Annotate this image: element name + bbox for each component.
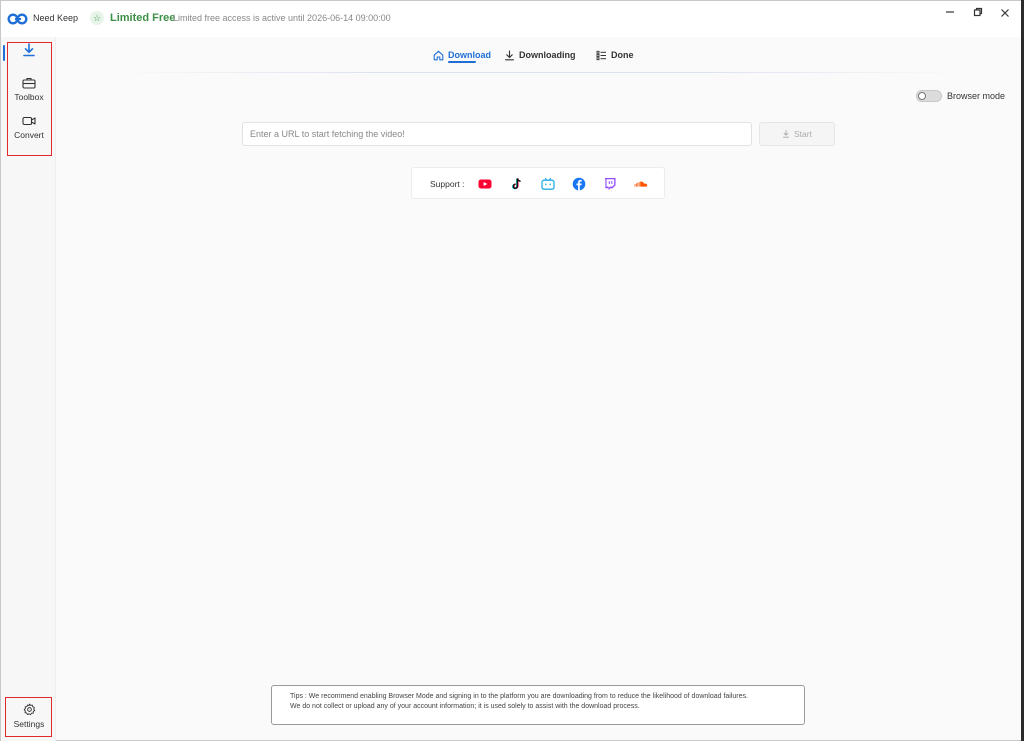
active-tab-underline (448, 61, 476, 63)
download-arrow-icon (504, 49, 515, 60)
tab-downloading[interactable]: Downloading (504, 45, 576, 65)
restore-icon (973, 7, 983, 17)
app-window: Need Keep ☆ Limited Free Limited free ac… (0, 0, 1024, 741)
tips-line-1: Tips : We recommend enabling Browser Mod… (290, 693, 748, 700)
star-icon: ☆ (90, 11, 104, 25)
tab-label: Done (611, 50, 634, 60)
active-indicator (3, 45, 5, 61)
app-name: Need Keep (33, 13, 79, 23)
browser-mode-toggle[interactable] (916, 90, 942, 102)
tab-bar: Download Downloading Done (111, 37, 966, 73)
home-icon (433, 50, 444, 60)
list-icon (596, 50, 606, 60)
soundcloud-icon[interactable] (634, 177, 648, 191)
support-label: Support : (430, 179, 465, 189)
restore-button[interactable] (967, 7, 989, 21)
twitch-icon[interactable] (603, 177, 617, 191)
tab-label: Download (448, 50, 491, 60)
toggle-knob (918, 92, 926, 100)
tips-line-2: We do not collect or upload any of your … (290, 703, 640, 710)
youtube-icon[interactable] (478, 177, 492, 191)
url-input[interactable] (242, 122, 752, 146)
tiktok-icon[interactable] (510, 177, 524, 191)
plan-label: Limited Free (110, 12, 176, 24)
tab-divider (111, 72, 966, 73)
start-button[interactable]: Start (759, 122, 835, 146)
title-bar: Need Keep ☆ Limited Free Limited free ac… (1, 1, 1022, 37)
minimize-icon (946, 11, 954, 13)
sidebar: Toolbox Convert Settings (1, 37, 56, 741)
highlight-box (7, 42, 52, 156)
start-button-label: Start (794, 129, 812, 139)
highlight-box (5, 697, 52, 737)
app-logo-icon (7, 13, 28, 25)
bilibili-icon[interactable] (541, 177, 555, 191)
close-button[interactable] (994, 7, 1016, 21)
minimize-button[interactable] (939, 7, 961, 21)
close-icon (1001, 9, 1009, 17)
tab-label: Downloading (519, 50, 576, 60)
tab-done[interactable]: Done (596, 45, 634, 65)
tips-box: Tips : We recommend enabling Browser Mod… (271, 685, 805, 725)
support-bar: Support : (411, 167, 665, 199)
browser-mode-label: Browser mode (947, 91, 1006, 101)
download-icon (783, 130, 790, 138)
facebook-icon[interactable] (572, 177, 586, 191)
plan-description: Limited free access is active until 2026… (173, 13, 391, 23)
